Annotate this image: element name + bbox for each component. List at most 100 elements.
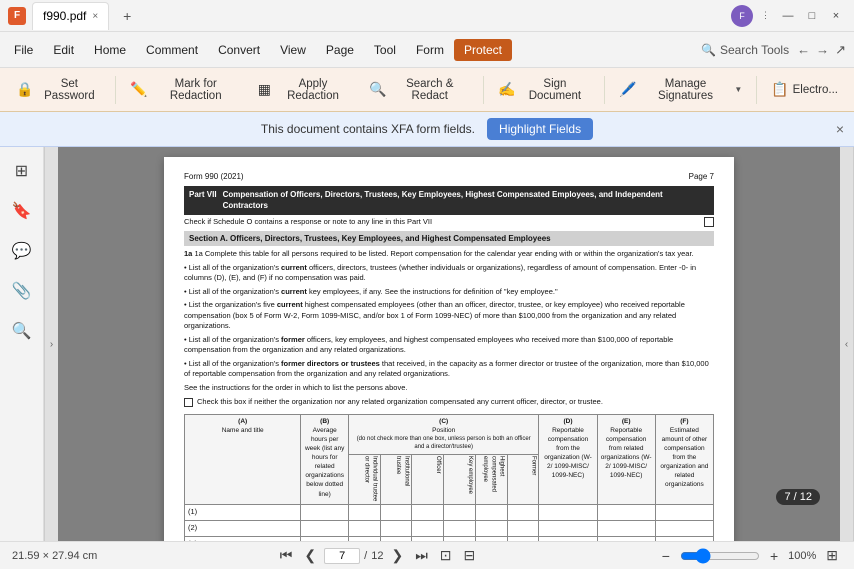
document-page: Form 990 (2021) Page 7 Part VII Compensa…	[164, 157, 734, 541]
external-link-icon[interactable]: ↗	[835, 42, 846, 58]
toolbar-divider-1	[115, 76, 116, 104]
set-password-button[interactable]: 🔒 Set Password	[8, 74, 109, 106]
table-row-2: (2)	[185, 520, 714, 536]
left-collapse-handle[interactable]: ›	[44, 147, 58, 541]
toolbar-divider-4	[756, 76, 757, 104]
col-d-header: (D) Reportable compensation from the org…	[539, 414, 597, 504]
pos-col-6: Former	[507, 454, 539, 504]
part-header: Part VII Compensation of Officers, Direc…	[184, 186, 714, 214]
xfa-close-button[interactable]: ×	[836, 121, 844, 137]
checkbox-row: Check this box if neither the organizati…	[184, 397, 714, 408]
set-password-label: Set Password	[37, 78, 101, 102]
view-mode-button[interactable]: ⊞	[822, 545, 842, 566]
apply-redact-icon: ▦	[258, 81, 271, 98]
title-bar: F f990.pdf × + F ⋮ — □ ×	[0, 0, 854, 32]
sidebar-pages-icon[interactable]: ⊞	[6, 155, 38, 187]
page-header-row: Form 990 (2021) Page 7	[184, 171, 714, 182]
mark-redaction-label: Mark for Redaction	[152, 78, 240, 102]
zoom-slider[interactable]	[680, 548, 760, 564]
para-1a: 1a 1a Complete this table for all person…	[184, 249, 714, 260]
sign-document-button[interactable]: ✍️ Sign Document	[490, 74, 598, 106]
search-redact-label: Search & Redact	[390, 78, 469, 102]
first-page-button[interactable]: ⏮	[276, 545, 297, 566]
col-f-header: (F) Estimated amount of other compensati…	[655, 414, 713, 504]
page-separator: /	[364, 550, 367, 562]
next-page-button[interactable]: ❯	[387, 545, 407, 566]
protect-toolbar: 🔒 Set Password ✏️ Mark for Redaction ▦ A…	[0, 68, 854, 112]
close-button[interactable]: ×	[826, 6, 846, 26]
page-input[interactable]	[324, 548, 360, 564]
fit-width-button[interactable]: ⊟	[460, 545, 480, 566]
menu-view[interactable]: View	[270, 39, 316, 61]
menu-comment[interactable]: Comment	[136, 39, 208, 61]
app-icon: F	[8, 7, 26, 25]
xfa-banner: This document contains XFA form fields. …	[0, 112, 854, 147]
avatar: F	[731, 5, 753, 27]
search-redact-button[interactable]: 🔍 Search & Redact	[361, 74, 477, 106]
form-label: Form 990 (2021)	[184, 171, 244, 182]
part-label: Part VII	[189, 189, 217, 200]
right-collapse-handle[interactable]: ‹	[840, 147, 854, 541]
schedule-note: Check if Schedule O contains a response …	[184, 217, 432, 228]
tab-close-icon[interactable]: ×	[92, 11, 98, 22]
new-tab-button[interactable]: +	[115, 4, 139, 28]
signature-icon: 🖊️	[619, 81, 636, 98]
pos-col-4: Key employee	[444, 454, 476, 504]
pos-col-3: Officer	[412, 454, 444, 504]
main-layout: ⊞ 🔖 💬 📎 🔍 › Form 990 (2021) Page 7 Part …	[0, 147, 854, 541]
menu-convert[interactable]: Convert	[208, 39, 270, 61]
zoom-out-button[interactable]: −	[658, 546, 674, 566]
menu-page[interactable]: Page	[316, 39, 364, 61]
menu-file[interactable]: File	[4, 39, 43, 61]
menu-protect[interactable]: Protect	[454, 39, 512, 61]
menu-tool[interactable]: Tool	[364, 39, 406, 61]
manage-signatures-button[interactable]: 🖊️ Manage Signatures ▼	[611, 74, 750, 106]
mark-redaction-button[interactable]: ✏️ Mark for Redaction	[122, 74, 248, 106]
sidebar-attachment-icon[interactable]: 📎	[6, 275, 38, 307]
mark-redact-icon: ✏️	[130, 81, 147, 98]
page-badge: 7 / 12	[776, 489, 820, 505]
checkbox-label: Check this box if neither the organizati…	[197, 397, 603, 408]
table-row-3: (3)	[185, 536, 714, 541]
electronic-button[interactable]: 📋 Electro...	[763, 77, 846, 102]
dimensions-label: 21.59 × 27.94 cm	[12, 550, 97, 562]
last-page-button[interactable]: ⏭	[411, 545, 432, 566]
sign-icon: ✍️	[498, 81, 515, 98]
electronic-label: Electro...	[793, 84, 838, 96]
pos-col-2: Institutional trustee	[380, 454, 412, 504]
col-a-header: (A) Name and title	[185, 414, 301, 504]
search-tools-button[interactable]: 🔍 Search Tools	[693, 43, 797, 57]
title-bar-right: F ⋮ — □ ×	[731, 5, 846, 27]
status-bar-right: − + 100% ⊞	[658, 545, 842, 566]
menu-home[interactable]: Home	[84, 39, 136, 61]
apply-redaction-button[interactable]: ▦ Apply Redaction	[250, 74, 359, 106]
nav-forward-icon[interactable]: →	[816, 42, 829, 57]
toolbar-divider-2	[483, 76, 484, 104]
sidebar-comment-icon[interactable]: 💬	[6, 235, 38, 267]
lock-icon: 🔒	[16, 81, 33, 98]
nav-back-icon[interactable]: ←	[797, 42, 810, 57]
zoom-in-button[interactable]: +	[766, 546, 782, 566]
menu-edit[interactable]: Edit	[43, 39, 84, 61]
compensation-table: (A) Name and title (B) Average hours per…	[184, 414, 714, 541]
prev-page-button[interactable]: ❮	[300, 545, 320, 566]
minimize-button[interactable]: —	[778, 6, 798, 26]
document-tab[interactable]: f990.pdf ×	[32, 2, 109, 30]
status-bar-center: ⏮ ❮ / 12 ❯ ⏭ ⊡ ⊟	[105, 545, 649, 566]
left-sidebar: ⊞ 🔖 💬 📎 🔍	[0, 147, 44, 541]
sidebar-bookmark-icon[interactable]: 🔖	[6, 195, 38, 227]
menu-form[interactable]: Form	[406, 39, 454, 61]
bullet-1: • List all of the organization's current…	[184, 263, 714, 284]
menu-bar: File Edit Home Comment Convert View Page…	[0, 32, 854, 68]
maximize-button[interactable]: □	[802, 6, 822, 26]
fit-page-button[interactable]: ⊡	[436, 545, 456, 566]
col-c-header: (C) Position (do not check more than one…	[348, 414, 538, 454]
schedule-checkbox	[704, 217, 714, 227]
toolbar-divider-3	[604, 76, 605, 104]
title-bar-left: F f990.pdf × +	[8, 2, 139, 30]
sidebar-search-icon[interactable]: 🔍	[6, 315, 38, 347]
highlight-fields-button[interactable]: Highlight Fields	[487, 118, 593, 140]
search-redact-icon: 🔍	[369, 81, 386, 98]
bullet-3: • List the organization's five current h…	[184, 300, 714, 332]
apply-redaction-label: Apply Redaction	[275, 78, 351, 102]
